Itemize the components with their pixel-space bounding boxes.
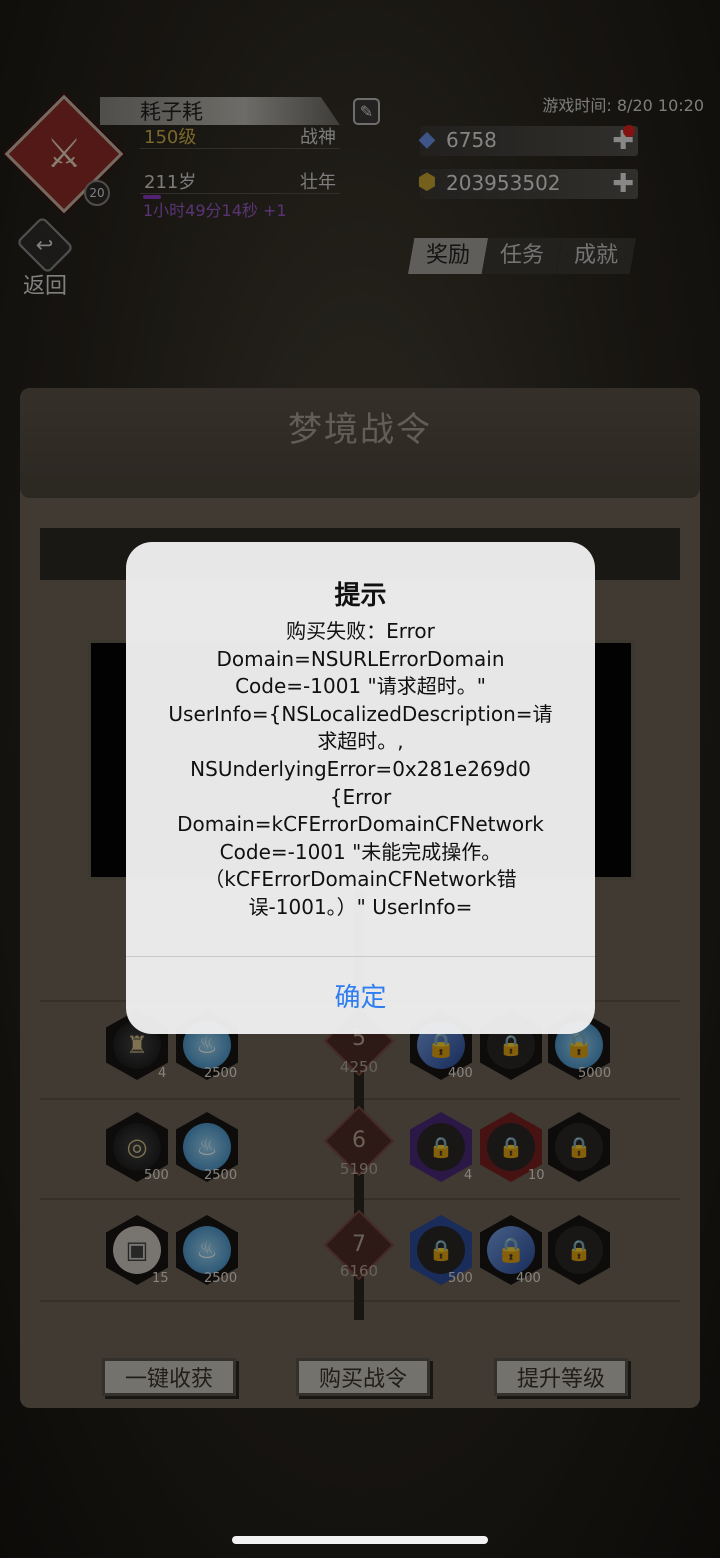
alert-line: 求超时。, [317, 729, 404, 754]
alert-line: Domain=NSURLErrorDomain [216, 646, 505, 671]
alert-message: 购买失败：Error Domain=NSURLErrorDomain Code=… [156, 618, 565, 922]
alert-line: Domain=kCFErrorDomainCFNetwork [177, 812, 544, 837]
alert-line: 购买失败：Error [286, 619, 435, 643]
alert-line: Code=-1001 "未能完成操作。 [219, 839, 502, 864]
alert-line: NSUnderlyingError=0x281e269d0 [190, 756, 531, 781]
game-screen: ⚔ 20 耗子耗 ✎ 150级 战神 211岁 壮年 1小时49分14秒 +1 … [0, 0, 720, 1558]
alert-line: Code=-1001 "请求超时。" [235, 674, 486, 699]
error-alert: 提示 购买失败：Error Domain=NSURLErrorDomain Co… [126, 542, 595, 1034]
alert-title: 提示 [334, 581, 387, 611]
home-indicator[interactable] [232, 1536, 488, 1544]
alert-line: UserInfo={NSLocalizedDescription=请 [168, 701, 553, 726]
alert-line: （kCFErrorDomainCFNetwork错 [204, 867, 517, 892]
alert-ok-button[interactable]: 确定 [126, 957, 595, 1034]
alert-line: {Error [329, 784, 392, 809]
alert-line: 误-1001。）" UserInfo= [248, 894, 473, 919]
